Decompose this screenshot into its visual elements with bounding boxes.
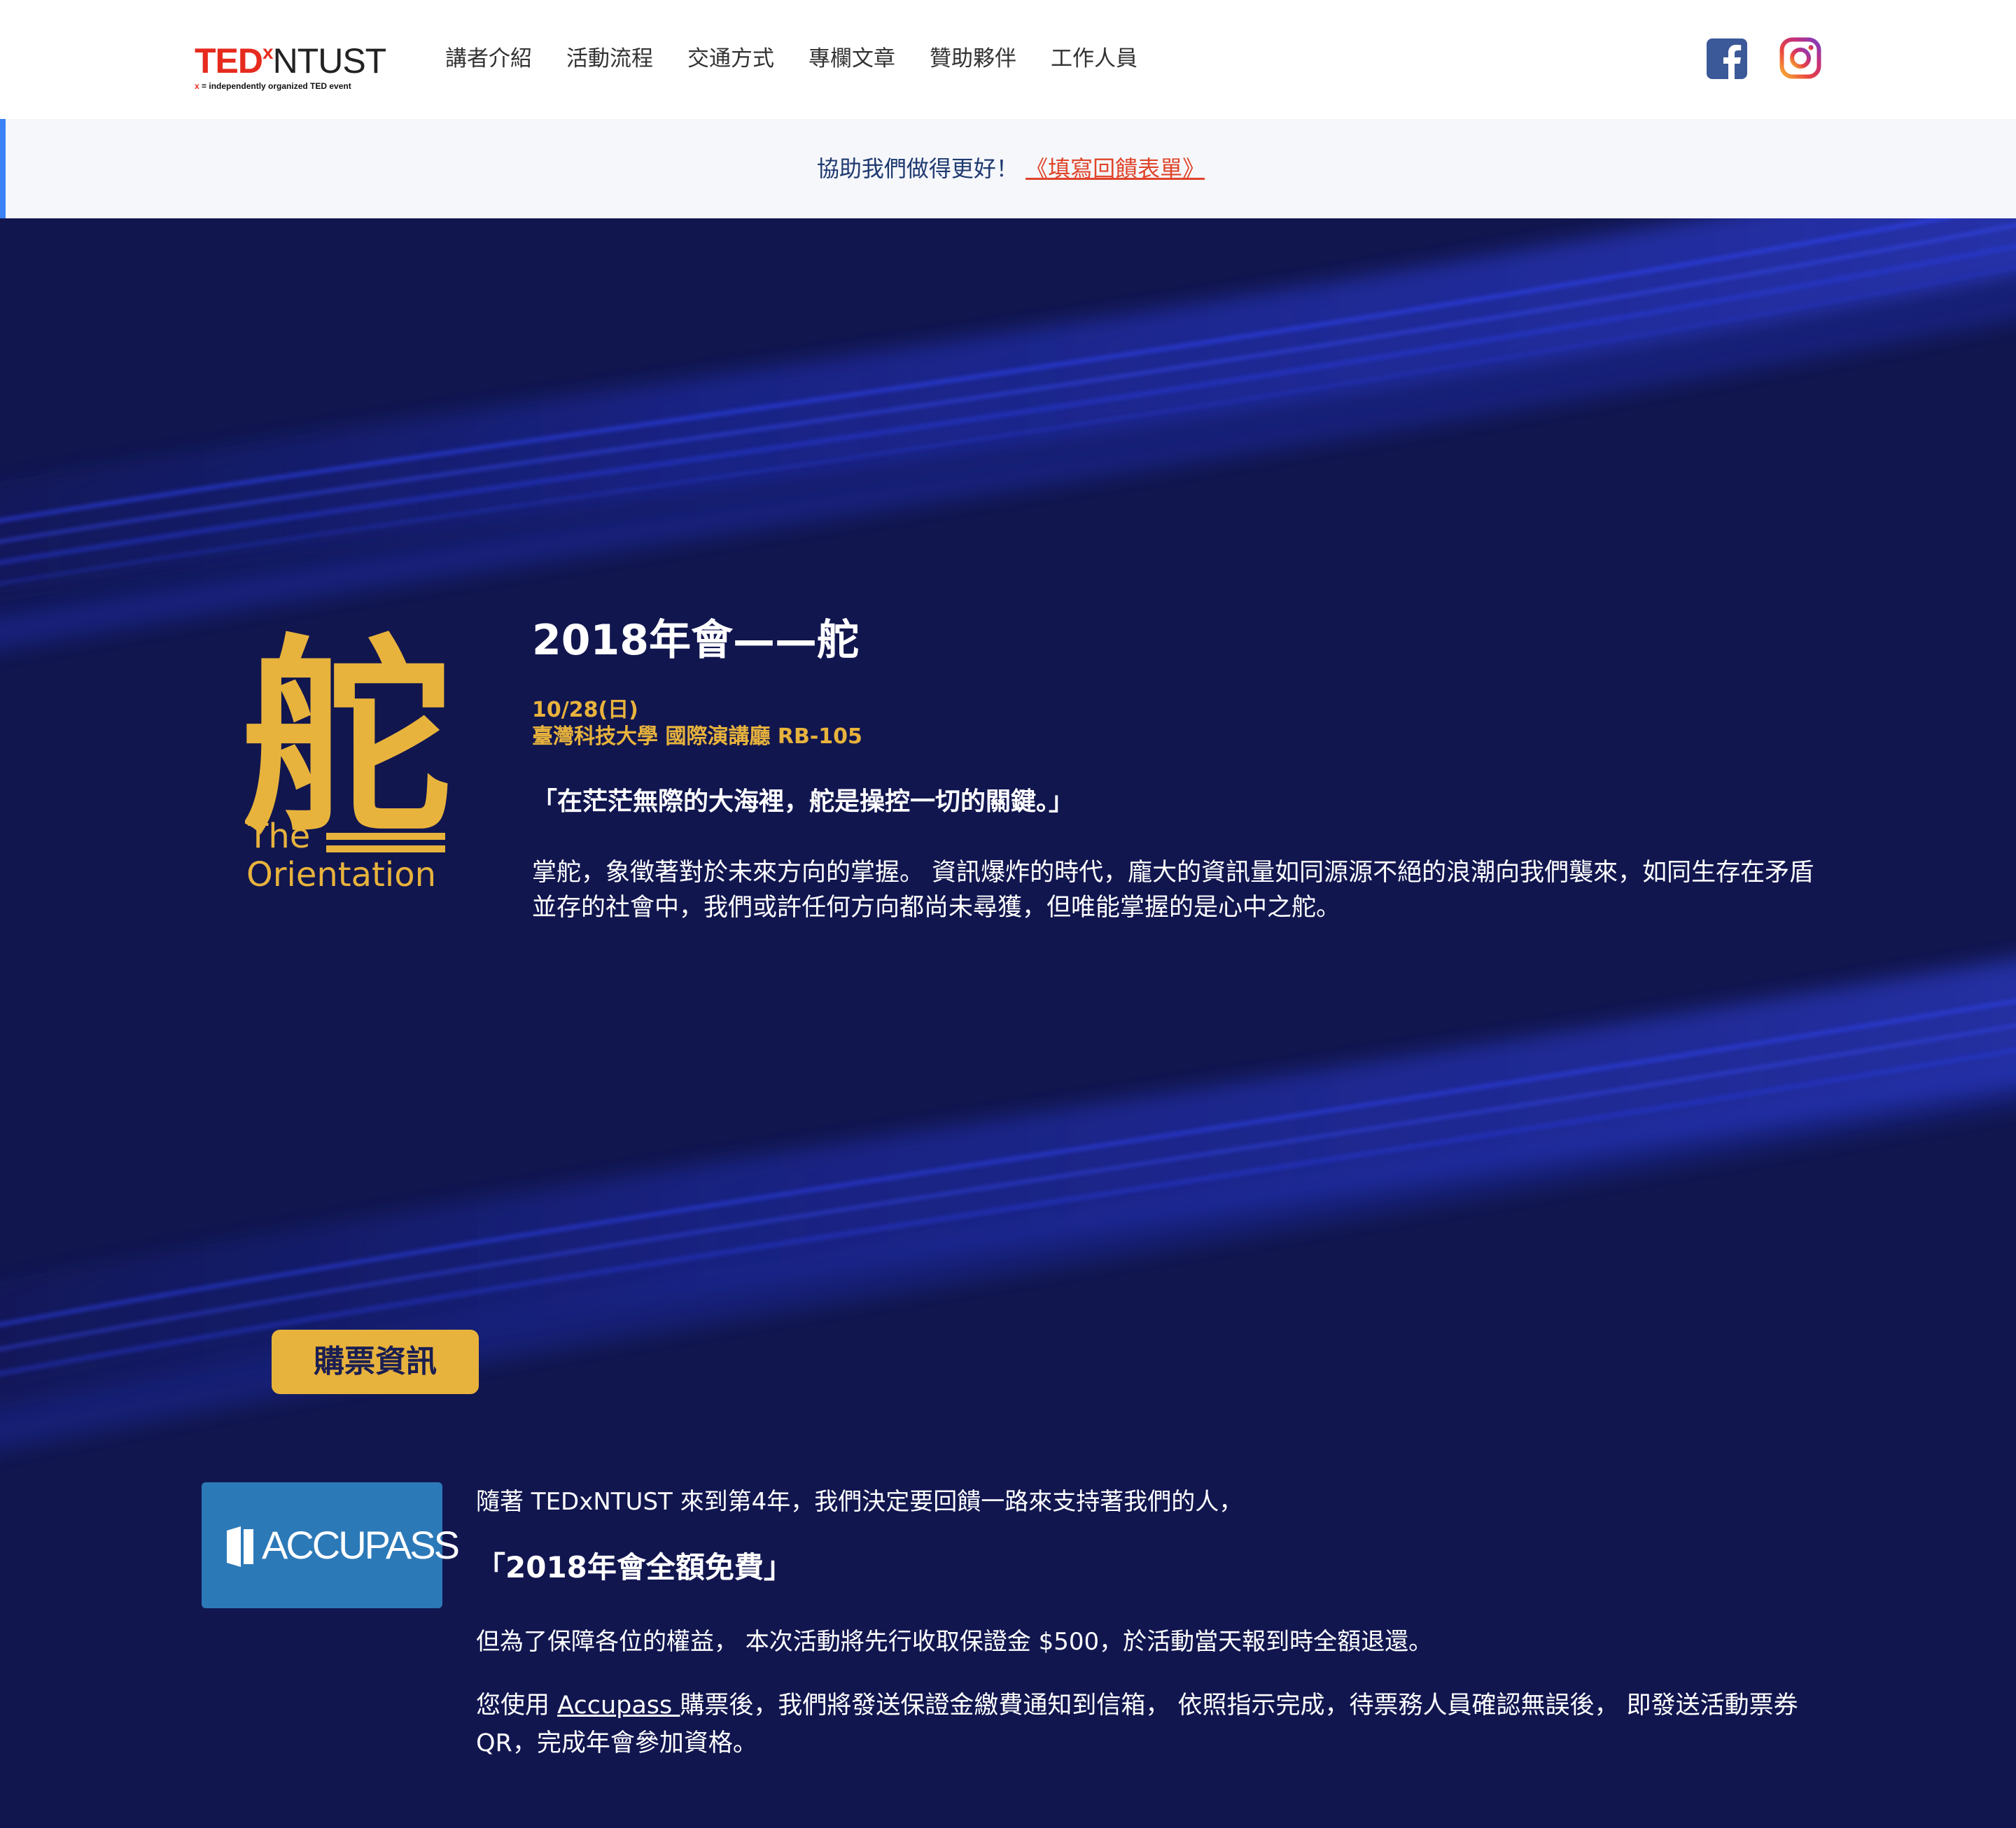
event-description: 掌舵，象徵著對於未來方向的掌握。 資訊爆炸的時代，龐大的資訊量如同源源不絕的浪潮… — [532, 859, 1814, 922]
accupass-logo-link[interactable]: ACCUPASS — [202, 1482, 460, 1608]
event-venue: 臺灣科技大學 國際演講廳 RB-105 — [532, 724, 862, 749]
purchase-instructions: 您使用 Accupass 購票後，我們將發送保證金繳費通知到信箱， 依照指示完成… — [476, 1687, 1820, 1762]
top-navbar: TEDxNTUST x = independently organized TE… — [0, 0, 2016, 119]
banner-text: 協助我們做得更好！ — [816, 155, 1018, 182]
nav-sponsors[interactable]: 贊助夥伴 — [930, 43, 1016, 74]
accupass-wordmark: ACCUPASS — [262, 1523, 460, 1567]
logo-tagline: x = independently organized TED event — [195, 81, 386, 91]
main-nav: 講者介紹 活動流程 交通方式 專欄文章 贊助夥伴 工作人員 — [445, 43, 1172, 74]
nav-schedule[interactable]: 活動流程 — [566, 43, 653, 74]
free-admission-notice: 「2018年會全額免費」 — [476, 1550, 793, 1584]
feedback-banner: 協助我們做得更好！ 《填寫回饋表單》 — [0, 119, 2016, 218]
logo-tagline-x: x — [195, 81, 200, 91]
logo-ted: TED — [195, 41, 263, 80]
logo-line-orientation: Orientation — [246, 855, 436, 894]
event-quote: 「在茫茫無際的大海裡，舵是操控一切的關鍵。」 — [532, 787, 1074, 816]
logo-wordmark: TEDxNTUST — [195, 34, 386, 80]
deposit-notice-text: 但為了保障各位的權益， 本次活動將先行收取保證金 $500，於活動當天報到時全額… — [476, 1628, 1433, 1656]
accupass-link[interactable]: Accupass — [557, 1692, 680, 1720]
ticket-intro-text: 隨著 TEDxNTUST 來到第4年，我們決定要回饋一路來支持著我們的人， — [476, 1488, 1243, 1516]
tedx-logo[interactable]: TEDxNTUST x = independently organized TE… — [195, 34, 386, 91]
purchase-text-start: 您使用 — [476, 1692, 558, 1720]
logo-event-name: NTUST — [272, 41, 387, 80]
logo-tagline-text: = independently organized TED event — [199, 81, 351, 91]
logo-line-the: The — [247, 817, 310, 856]
facebook-icon[interactable] — [1707, 38, 1747, 79]
ticket-info-heading: 購票資訊 — [272, 1330, 479, 1394]
nav-articles[interactable]: 專欄文章 — [808, 43, 895, 74]
event-date: 10/28(日) — [532, 698, 638, 722]
accupass-door-icon — [227, 1526, 253, 1567]
nav-staff[interactable]: 工作人員 — [1051, 43, 1138, 74]
nav-speakers[interactable]: 講者介紹 — [445, 43, 532, 74]
nav-transport[interactable]: 交通方式 — [687, 43, 774, 74]
orientation-theme-logo: 舵 The Orientation — [245, 617, 448, 894]
logo-x: x — [262, 41, 274, 63]
instagram-icon[interactable] — [1779, 37, 1821, 79]
event-meta: 10/28(日) 臺灣科技大學 國際演講廳 RB-105 — [532, 697, 862, 750]
event-title: 2018年會——舵 — [532, 616, 859, 665]
feedback-form-link[interactable]: 《填寫回饋表單》 — [1026, 155, 1205, 182]
